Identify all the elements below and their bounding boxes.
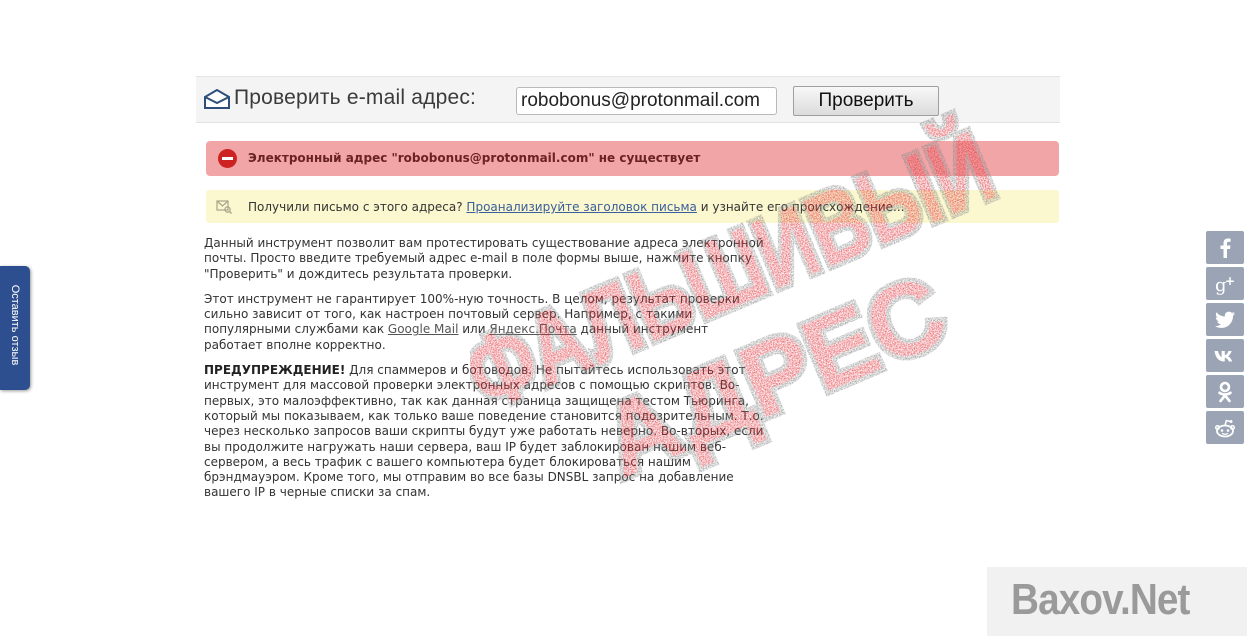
error-message: Электронный адрес "robobonus@protonmail.… — [248, 151, 701, 165]
feedback-label: Оставить отзыв — [9, 284, 21, 366]
warning-title: ПРЕДУПРЕЖДЕНИЕ! — [204, 363, 346, 378]
facebook-icon — [1220, 238, 1231, 258]
feedback-tab[interactable]: Оставить отзыв — [0, 266, 30, 390]
warning-paragraph: ПРЕДУПРЕЖДЕНИЕ! Для спаммеров и ботоводо… — [204, 363, 769, 501]
svg-text:+: + — [1225, 274, 1235, 288]
check-button[interactable]: Проверить — [793, 86, 939, 116]
info-line: Получили письмо с этого адреса? Проанали… — [248, 200, 904, 214]
share-bar: g + — [1206, 231, 1244, 447]
google-plus-icon: g+ — [1215, 274, 1235, 296]
check-email-title: Проверить e-mail адрес: — [234, 86, 477, 109]
watermark-logo: Baxov.Net — [1011, 575, 1190, 624]
no-entry-icon — [218, 149, 237, 168]
share-twitter-button[interactable] — [1206, 303, 1244, 336]
accuracy-text-or: или — [462, 322, 486, 337]
vk-icon — [1214, 351, 1233, 362]
warning-text: Для спаммеров и ботоводов. Не пытайтесь … — [204, 363, 764, 500]
reddit-icon — [1214, 419, 1236, 438]
envelope-icon — [204, 89, 230, 109]
email-input[interactable] — [516, 87, 777, 115]
info-text-after: и узнайте его происхождение... — [700, 200, 905, 214]
google-mail-link[interactable]: Google Mail — [388, 322, 459, 336]
info-banner: Получили письмо с этого адреса? Проанали… — [206, 190, 1059, 223]
share-google-plus-button[interactable]: g + — [1206, 267, 1244, 300]
description-paragraph: Данный инструмент позволит вам протестир… — [204, 236, 764, 281]
description: Данный инструмент позволит вам протестир… — [204, 236, 769, 511]
share-reddit-button[interactable] — [1206, 411, 1244, 444]
odnoklassniki-icon — [1218, 381, 1232, 403]
yandex-mail-link[interactable]: Яндекс.Почта — [489, 322, 576, 336]
share-vk-button[interactable] — [1206, 339, 1244, 372]
share-facebook-button[interactable] — [1206, 231, 1244, 264]
twitter-icon — [1215, 311, 1235, 328]
accuracy-paragraph: Этот инструмент не гарантирует 100%-ную … — [204, 292, 769, 353]
error-banner: Электронный адрес "robobonus@protonmail.… — [206, 141, 1059, 176]
envelope-search-icon — [216, 200, 232, 214]
info-text: Получили письмо с этого адреса? — [248, 200, 463, 214]
share-odnoklassniki-button[interactable] — [1206, 375, 1244, 408]
site-watermark: Baxov.Net — [987, 567, 1247, 636]
email-check-form: Проверить e-mail адрес: Проверить — [196, 76, 1060, 123]
analyze-headers-link[interactable]: Проанализируйте заголовок письма — [466, 200, 696, 214]
